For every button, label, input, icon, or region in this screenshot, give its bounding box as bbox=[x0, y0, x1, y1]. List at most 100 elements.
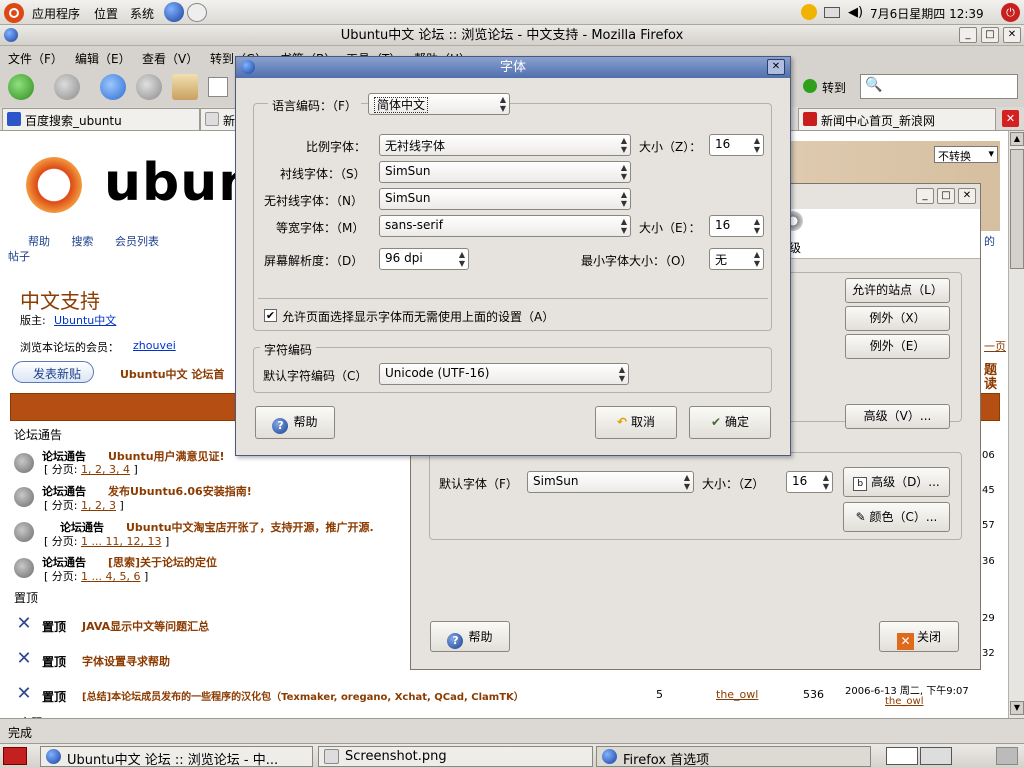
eyedropper-icon: ✎ bbox=[855, 510, 866, 524]
separator bbox=[258, 298, 768, 299]
browser-launcher-icon[interactable] bbox=[164, 2, 184, 22]
dialog-window-icon[interactable] bbox=[241, 60, 255, 74]
firefox-window-icon[interactable] bbox=[4, 28, 18, 42]
min-size-select[interactable]: 无 ▲ ▼ bbox=[709, 248, 764, 270]
taskbar-prefs-window[interactable]: Firefox 首选项 bbox=[596, 746, 871, 767]
sticky-3-title[interactable]: [总结]本论坛成员发布的一些程序的汉化包（Texmaker, oregano, … bbox=[82, 688, 524, 703]
minimize-button[interactable]: _ bbox=[959, 27, 977, 43]
menu-view[interactable]: 查看（V） bbox=[142, 50, 198, 67]
fonts-cancel-button[interactable]: ↶ 取消 bbox=[595, 406, 677, 439]
topic-icon bbox=[14, 487, 34, 507]
back-arrow-icon[interactable] bbox=[8, 74, 34, 100]
panel-menu-places[interactable]: 位置 bbox=[94, 5, 118, 22]
top-panel: 应用程序 位置 系统 ◀) 7月6日星期四 12:39 ⏻ bbox=[0, 0, 1024, 25]
go-arrow-icon[interactable] bbox=[803, 79, 817, 93]
volume-icon[interactable]: ◀) bbox=[848, 5, 864, 20]
prefs-maximize-button[interactable]: □ bbox=[937, 188, 955, 204]
vertical-scrollbar[interactable]: ▲ ▼ bbox=[1008, 131, 1024, 718]
sticky-3-last-poster[interactable]: the_owl bbox=[885, 696, 924, 707]
tab-sina[interactable]: 新闻中心首页_新浪网 bbox=[798, 108, 996, 130]
updown-arrow-icon: ▲ ▼ bbox=[620, 136, 627, 154]
panel-clock[interactable]: 7月6日星期四 12:39 bbox=[870, 5, 984, 22]
taskbar-screenshot-window[interactable]: Screenshot.png bbox=[318, 746, 593, 767]
fonts-help-button[interactable]: ? 帮助 bbox=[255, 406, 335, 439]
proportional-select[interactable]: 无衬线字体 ▲ ▼ bbox=[379, 134, 631, 156]
home-icon[interactable] bbox=[172, 74, 198, 100]
mail-launcher-icon[interactable] bbox=[187, 3, 207, 22]
trash-icon[interactable] bbox=[996, 747, 1018, 765]
fonts-advanced-button[interactable]: b 高级（D）... bbox=[843, 467, 950, 497]
language-encoding-select[interactable]: 简体中文 ▲ ▼ bbox=[368, 93, 510, 115]
close-tab-icon[interactable]: ✕ bbox=[1002, 110, 1019, 127]
go-button[interactable]: 转到 bbox=[822, 79, 846, 96]
scroll-thumb[interactable] bbox=[1010, 149, 1024, 269]
close-button[interactable]: ✕ bbox=[1003, 27, 1021, 43]
ubuntu-logo-icon[interactable] bbox=[4, 3, 24, 23]
forward-arrow-icon[interactable] bbox=[54, 74, 80, 100]
update-notifier-icon[interactable] bbox=[801, 4, 817, 20]
announce-2-title[interactable]: 发布Ubuntu6.06安装指南! bbox=[108, 483, 252, 499]
maximize-button[interactable]: □ bbox=[981, 27, 999, 43]
prefs-close-button[interactable]: ✕ bbox=[958, 188, 976, 204]
moderator-link[interactable]: Ubuntu中文 bbox=[54, 312, 116, 328]
member-link[interactable]: zhouvei bbox=[133, 339, 176, 352]
allow-pages-label[interactable]: 允许页面选择显示字体而无需使用上面的设置（A） bbox=[282, 308, 554, 325]
prefs-close-window-button[interactable]: ✕ 关闭 bbox=[879, 621, 959, 652]
new-post-button[interactable]: 发表新贴 bbox=[12, 361, 94, 383]
monospace-select[interactable]: sans-serif ▲ ▼ bbox=[379, 215, 631, 237]
help-nav-link[interactable]: 帮助 bbox=[28, 235, 50, 248]
members-nav-link[interactable]: 会员列表 bbox=[115, 235, 159, 248]
size-z-select[interactable]: 16 ▲ ▼ bbox=[709, 134, 764, 156]
sticky-3-author[interactable]: the_owl bbox=[716, 688, 758, 701]
announce-1-pages: [ 分页: 1, 2, 3, 4 ] bbox=[44, 463, 138, 476]
url-field[interactable] bbox=[208, 77, 228, 97]
colors-button[interactable]: ✎ 颜色（C）... bbox=[843, 502, 950, 532]
stop-icon[interactable] bbox=[136, 74, 162, 100]
font-size-select[interactable]: 16 ▲ ▼ bbox=[786, 471, 833, 493]
search-nav-link[interactable]: 搜索 bbox=[72, 235, 94, 248]
show-desktop-icon[interactable] bbox=[3, 747, 27, 765]
panel-menu-applications[interactable]: 应用程序 bbox=[32, 5, 80, 22]
allowed-sites-button[interactable]: 允许的站点（L） bbox=[845, 278, 950, 303]
size-e-select[interactable]: 16 ▲ ▼ bbox=[709, 215, 764, 237]
workspace-2[interactable] bbox=[920, 747, 952, 765]
baidu-paw-icon bbox=[7, 112, 21, 126]
serif-select[interactable]: SimSun ▲ ▼ bbox=[379, 161, 631, 183]
fonts-ok-button[interactable]: ✔ 确定 bbox=[689, 406, 771, 439]
menu-edit[interactable]: 编辑（E） bbox=[75, 50, 131, 67]
exceptions-x-button[interactable]: 例外（X） bbox=[845, 306, 950, 331]
sticky-2-title[interactable]: 字体设置寻求帮助 bbox=[82, 653, 170, 669]
fonts-dialog: 字体 ✕ 语言编码：（F） 简体中文 ▲ ▼ 比例字体： 无衬线字体 ▲ ▼ 大小（Z）… bbox=[235, 56, 791, 456]
exceptions-e-button[interactable]: 例外（E） bbox=[845, 334, 950, 359]
workspace-1[interactable] bbox=[886, 747, 918, 765]
scroll-up-icon[interactable]: ▲ bbox=[1010, 132, 1024, 146]
next-page-link[interactable]: 一页 bbox=[984, 338, 1006, 354]
menu-file[interactable]: 文件（F） bbox=[8, 50, 63, 67]
default-font-select[interactable]: SimSun ▲ ▼ bbox=[527, 471, 694, 493]
posts-nav-link[interactable]: 帖子 bbox=[8, 248, 30, 264]
tab-news[interactable]: 新 bbox=[200, 108, 240, 130]
convert-select[interactable]: 不转换 ▾ bbox=[934, 146, 998, 163]
allow-pages-checkbox[interactable]: ✔ bbox=[264, 309, 277, 322]
reload-icon[interactable] bbox=[100, 74, 126, 100]
tab-baidu[interactable]: 百度搜索_ubuntu bbox=[2, 108, 200, 130]
sticky-3-replies: 5 bbox=[656, 688, 663, 701]
scroll-down-icon[interactable]: ▼ bbox=[1010, 701, 1024, 715]
dialog-close-icon[interactable]: ✕ bbox=[767, 59, 785, 75]
breadcrumb[interactable]: Ubuntu中文 论坛首 bbox=[120, 366, 224, 382]
prefs-minimize-button[interactable]: _ bbox=[916, 188, 934, 204]
resolution-select[interactable]: 96 dpi ▲ ▼ bbox=[379, 248, 469, 270]
search-input[interactable]: 🔍 bbox=[860, 74, 1018, 99]
taskbar-firefox-window[interactable]: Ubuntu中文 论坛 :: 浏览论坛 - 中... bbox=[40, 746, 313, 767]
updown-arrow-icon: ▲ ▼ bbox=[753, 250, 760, 268]
network-icon[interactable] bbox=[824, 7, 840, 18]
power-icon[interactable]: ⏻ bbox=[1001, 3, 1020, 22]
updown-arrow-icon: ▲ ▼ bbox=[753, 136, 760, 154]
prefs-help-button[interactable]: ? 帮助 bbox=[430, 621, 510, 652]
members-label: 浏览本论坛的会员： bbox=[20, 341, 119, 354]
advanced-v-button[interactable]: 高级（V）... bbox=[845, 404, 950, 429]
sticky-1-title[interactable]: JAVA显示中文等问题汇总 bbox=[82, 618, 209, 634]
default-charset-select[interactable]: Unicode (UTF-16) ▲ ▼ bbox=[379, 363, 629, 385]
panel-menu-system[interactable]: 系统 bbox=[130, 5, 154, 22]
sans-select[interactable]: SimSun ▲ ▼ bbox=[379, 188, 631, 210]
